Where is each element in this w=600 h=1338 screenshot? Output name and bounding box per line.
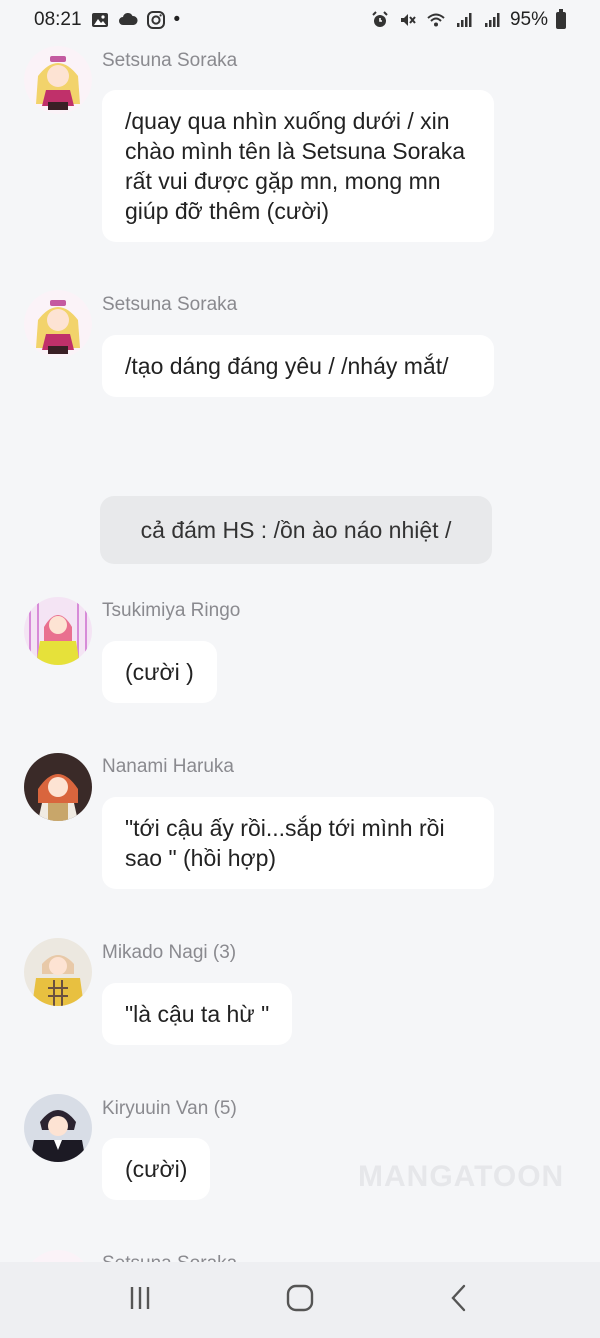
message-bubble[interactable]: "là cậu ta hừ ": [102, 983, 293, 1045]
message-bubble[interactable]: "tới cậu ấy rồi...sắp tới mình rồi sao "…: [102, 797, 494, 889]
message-bubble[interactable]: /tạo dáng đáng yêu / /nháy mắt/: [102, 335, 494, 397]
avatar[interactable]: [24, 938, 92, 1006]
notification-dot: •: [173, 9, 181, 30]
battery-percent: 95%: [509, 9, 548, 30]
message-bubble[interactable]: /quay qua nhìn xuống dưới / xin chào mìn…: [102, 90, 494, 242]
avatar[interactable]: [24, 46, 92, 114]
home-button[interactable]: [270, 1270, 330, 1330]
sender-name: Setsuna Soraka: [102, 50, 238, 71]
back-button[interactable]: [430, 1270, 490, 1330]
status-right: 95%: [370, 8, 566, 31]
mute-icon: [398, 10, 418, 30]
message-bubble[interactable]: (cười): [102, 1138, 211, 1200]
back-icon: [443, 1281, 477, 1320]
recents-button[interactable]: [110, 1270, 170, 1330]
cloud-icon: [118, 10, 138, 30]
sender-name: Setsuna Soraka: [102, 1253, 237, 1262]
sender-name: Kiryuuin Van (5): [102, 1098, 237, 1119]
image-icon: [90, 10, 110, 30]
home-icon: [283, 1281, 317, 1320]
narration-bubble[interactable]: cả đám HS : /ồn ào náo nhiệt /: [100, 496, 492, 564]
sender-name: Tsukimiya Ringo: [102, 600, 241, 621]
status-bar: 08:21 • 95%: [0, 0, 600, 40]
instagram-icon: [146, 10, 166, 30]
signal-icon: [482, 10, 502, 30]
clock: 08:21: [34, 9, 82, 30]
avatar[interactable]: [24, 1250, 92, 1262]
signal-icon: [454, 10, 474, 30]
sender-name: Mikado Nagi (3): [102, 942, 237, 963]
sender-name: Setsuna Soraka: [102, 294, 238, 315]
navigation-bar: [0, 1262, 600, 1338]
battery-icon: [556, 8, 566, 29]
wifi-icon: [426, 10, 446, 30]
avatar[interactable]: [24, 1094, 92, 1162]
avatar[interactable]: [24, 753, 92, 821]
recents-icon: [123, 1281, 157, 1320]
avatar[interactable]: [24, 290, 92, 358]
watermark: MANGATOON: [358, 1160, 565, 1193]
avatar[interactable]: [24, 597, 92, 665]
status-left: 08:21 •: [34, 9, 180, 31]
chat-area[interactable]: Setsuna Soraka /quay qua nhìn xuống dưới…: [0, 40, 600, 1262]
alarm-icon: [370, 10, 390, 30]
sender-name: Nanami Haruka: [102, 756, 234, 777]
message-bubble[interactable]: (cười ): [102, 641, 217, 703]
